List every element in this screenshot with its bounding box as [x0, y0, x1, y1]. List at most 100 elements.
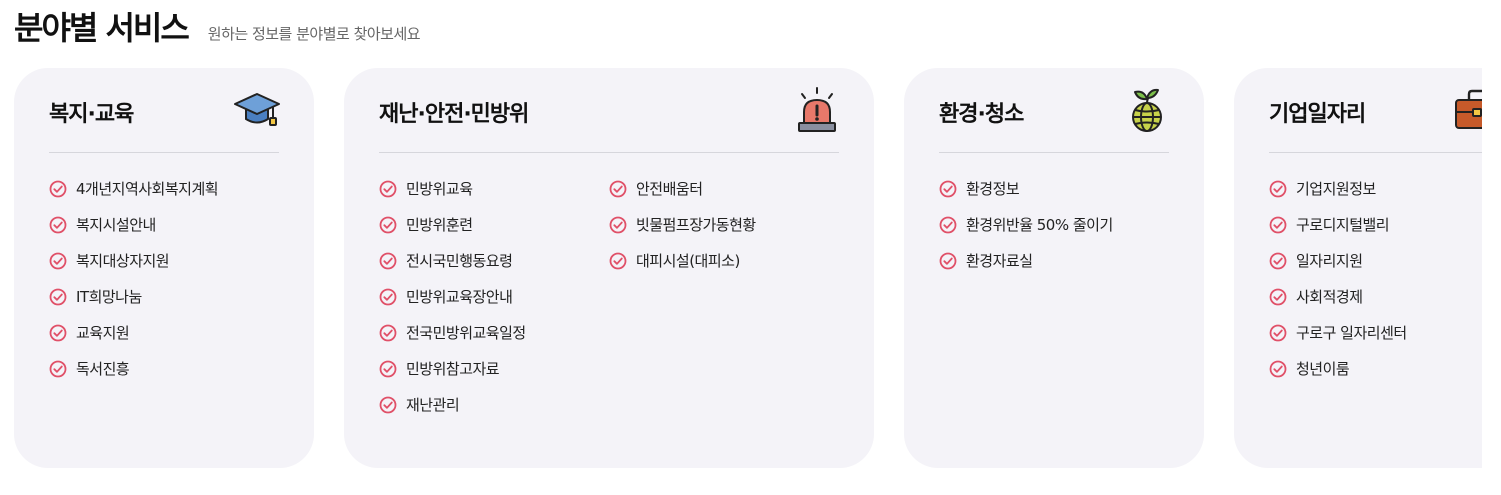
check-circle-icon: [379, 180, 397, 198]
globe-sprout-icon: [1132, 88, 1162, 132]
list-item-label: 교육지원: [76, 324, 130, 342]
list-item[interactable]: 독서진흥: [49, 359, 218, 395]
list-item[interactable]: 사회적경제: [1269, 287, 1407, 323]
card-disaster-safety: 재난·안전·민방위 민방위교육 민방위훈련 전시국민행동요령 민방위교육장안내 …: [344, 68, 874, 468]
list-item-label: 전국민방위교육일정: [406, 324, 526, 342]
list-item-label: 민방위교육장안내: [406, 288, 513, 306]
list-item[interactable]: 복지대상자지원: [49, 251, 218, 287]
list-item[interactable]: 민방위교육장안내: [379, 287, 559, 323]
list-item[interactable]: 전국민방위교육일정: [379, 323, 559, 359]
list-item[interactable]: 구로구 일자리센터: [1269, 323, 1407, 359]
check-circle-icon: [49, 252, 67, 270]
list-item[interactable]: 복지시설안내: [49, 215, 218, 251]
card-welfare-education: 복지·교육 4개년지역사회복지계획 복지시설안내 복지대상자지원 IT희망나눔 …: [14, 68, 314, 468]
list-item-label: 민방위훈련: [406, 216, 473, 234]
check-circle-icon: [379, 288, 397, 306]
list-item-label: 복지대상자지원: [76, 252, 170, 270]
check-circle-icon: [609, 252, 627, 270]
check-circle-icon: [49, 360, 67, 378]
list-item[interactable]: 환경자료실: [939, 251, 1113, 287]
list-item[interactable]: 청년이룸: [1269, 359, 1407, 395]
check-circle-icon: [1269, 360, 1287, 378]
list-item-label: 대피시설(대피소): [636, 252, 740, 270]
list-item[interactable]: 기업지원정보: [1269, 179, 1407, 215]
check-circle-icon: [939, 216, 957, 234]
list-item[interactable]: 일자리지원: [1269, 251, 1407, 287]
list-item[interactable]: 구로디지털밸리: [1269, 215, 1407, 251]
list-item-label: 구로디지털밸리: [1296, 216, 1390, 234]
section-subtitle: 원하는 정보를 분야별로 찾아보세요: [207, 25, 421, 43]
list-item-label: 빗물펌프장가동현황: [636, 216, 756, 234]
list-item[interactable]: 교육지원: [49, 323, 218, 359]
siren-icon: [798, 87, 836, 132]
section-title: 분야별 서비스: [14, 9, 190, 47]
link-list: 안전배움터 빗물펌프장가동현황 대피시설(대피소): [609, 179, 756, 431]
check-circle-icon: [1269, 216, 1287, 234]
list-item-label: 기업지원정보: [1296, 180, 1376, 198]
list-item[interactable]: 민방위참고자료: [379, 359, 559, 395]
check-circle-icon: [379, 396, 397, 414]
check-circle-icon: [379, 324, 397, 342]
list-item-label: 사회적경제: [1296, 288, 1363, 306]
check-circle-icon: [1269, 288, 1287, 306]
list-item-label: 전시국민행동요령: [406, 252, 513, 270]
check-circle-icon: [1269, 252, 1287, 270]
check-circle-icon: [379, 252, 397, 270]
section-header: 분야별 서비스 원하는 정보를 분야별로 찾아보세요: [14, 8, 421, 48]
list-item-label: 일자리지원: [1296, 252, 1363, 270]
check-circle-icon: [1269, 324, 1287, 342]
list-item-label: 독서진흥: [76, 360, 130, 378]
list-item-label: 민방위교육: [406, 180, 473, 198]
list-item-label: 복지시설안내: [76, 216, 156, 234]
check-circle-icon: [939, 252, 957, 270]
list-item[interactable]: IT희망나눔: [49, 287, 218, 323]
list-item[interactable]: 재난관리: [379, 395, 559, 431]
list-item-label: 환경자료실: [966, 252, 1033, 270]
card-business-jobs: 기업일자리 기업지원정보 구로디지털밸리 일자리지원 사회적경제 구로구 일자리…: [1234, 68, 1482, 468]
check-circle-icon: [939, 180, 957, 198]
check-circle-icon: [49, 288, 67, 306]
list-item-label: IT희망나눔: [76, 288, 142, 306]
list-item[interactable]: 대피시설(대피소): [609, 251, 756, 287]
link-list: 환경정보 환경위반율 50% 줄이기 환경자료실: [939, 179, 1113, 287]
list-item[interactable]: 환경정보: [939, 179, 1113, 215]
list-item[interactable]: 안전배움터: [609, 179, 756, 215]
list-item[interactable]: 민방위교육: [379, 179, 559, 215]
link-list: 기업지원정보 구로디지털밸리 일자리지원 사회적경제 구로구 일자리센터 청년이…: [1269, 179, 1407, 395]
list-item-label: 안전배움터: [636, 180, 703, 198]
link-list: 민방위교육 민방위훈련 전시국민행동요령 민방위교육장안내 전국민방위교육일정 …: [379, 179, 559, 431]
link-list: 4개년지역사회복지계획 복지시설안내 복지대상자지원 IT희망나눔 교육지원 독…: [49, 179, 219, 395]
list-item-label: 환경위반율 50% 줄이기: [966, 216, 1113, 234]
card-header: 기업일자리: [1269, 68, 1482, 153]
card-title[interactable]: 환경·청소: [939, 92, 1024, 128]
list-item-label: 환경정보: [966, 180, 1020, 198]
list-item[interactable]: 환경위반율 50% 줄이기: [939, 215, 1113, 251]
list-item-label: 청년이룸: [1296, 360, 1350, 378]
check-circle-icon: [379, 360, 397, 378]
list-item[interactable]: 빗물펌프장가동현황: [609, 215, 756, 251]
card-title[interactable]: 재난·안전·민방위: [379, 92, 529, 128]
check-circle-icon: [609, 180, 627, 198]
check-circle-icon: [49, 324, 67, 342]
check-circle-icon: [609, 216, 627, 234]
card-header: 복지·교육: [49, 68, 280, 153]
list-item-label: 재난관리: [406, 396, 460, 414]
list-item[interactable]: 4개년지역사회복지계획: [49, 179, 219, 215]
list-item-label: 4개년지역사회복지계획: [76, 180, 219, 198]
card-title[interactable]: 기업일자리: [1269, 92, 1366, 128]
check-circle-icon: [49, 216, 67, 234]
graduation-cap-icon: [234, 93, 280, 126]
check-circle-icon: [49, 180, 67, 198]
list-item[interactable]: 전시국민행동요령: [379, 251, 559, 287]
card-environment-cleaning: 환경·청소 환경정보 환경위반율 50% 줄이기 환경자료실: [904, 68, 1204, 468]
check-circle-icon: [379, 216, 397, 234]
card-carousel: 복지·교육 4개년지역사회복지계획 복지시설안내 복지대상자지원 IT희망나눔 …: [0, 68, 1482, 468]
card-header: 재난·안전·민방위: [379, 68, 839, 153]
check-circle-icon: [1269, 180, 1287, 198]
card-title[interactable]: 복지·교육: [49, 92, 134, 128]
list-item-label: 구로구 일자리센터: [1296, 324, 1407, 342]
list-item[interactable]: 민방위훈련: [379, 215, 559, 251]
briefcase-icon: [1455, 89, 1482, 129]
card-header: 환경·청소: [939, 68, 1169, 153]
list-item-label: 민방위참고자료: [406, 360, 500, 378]
